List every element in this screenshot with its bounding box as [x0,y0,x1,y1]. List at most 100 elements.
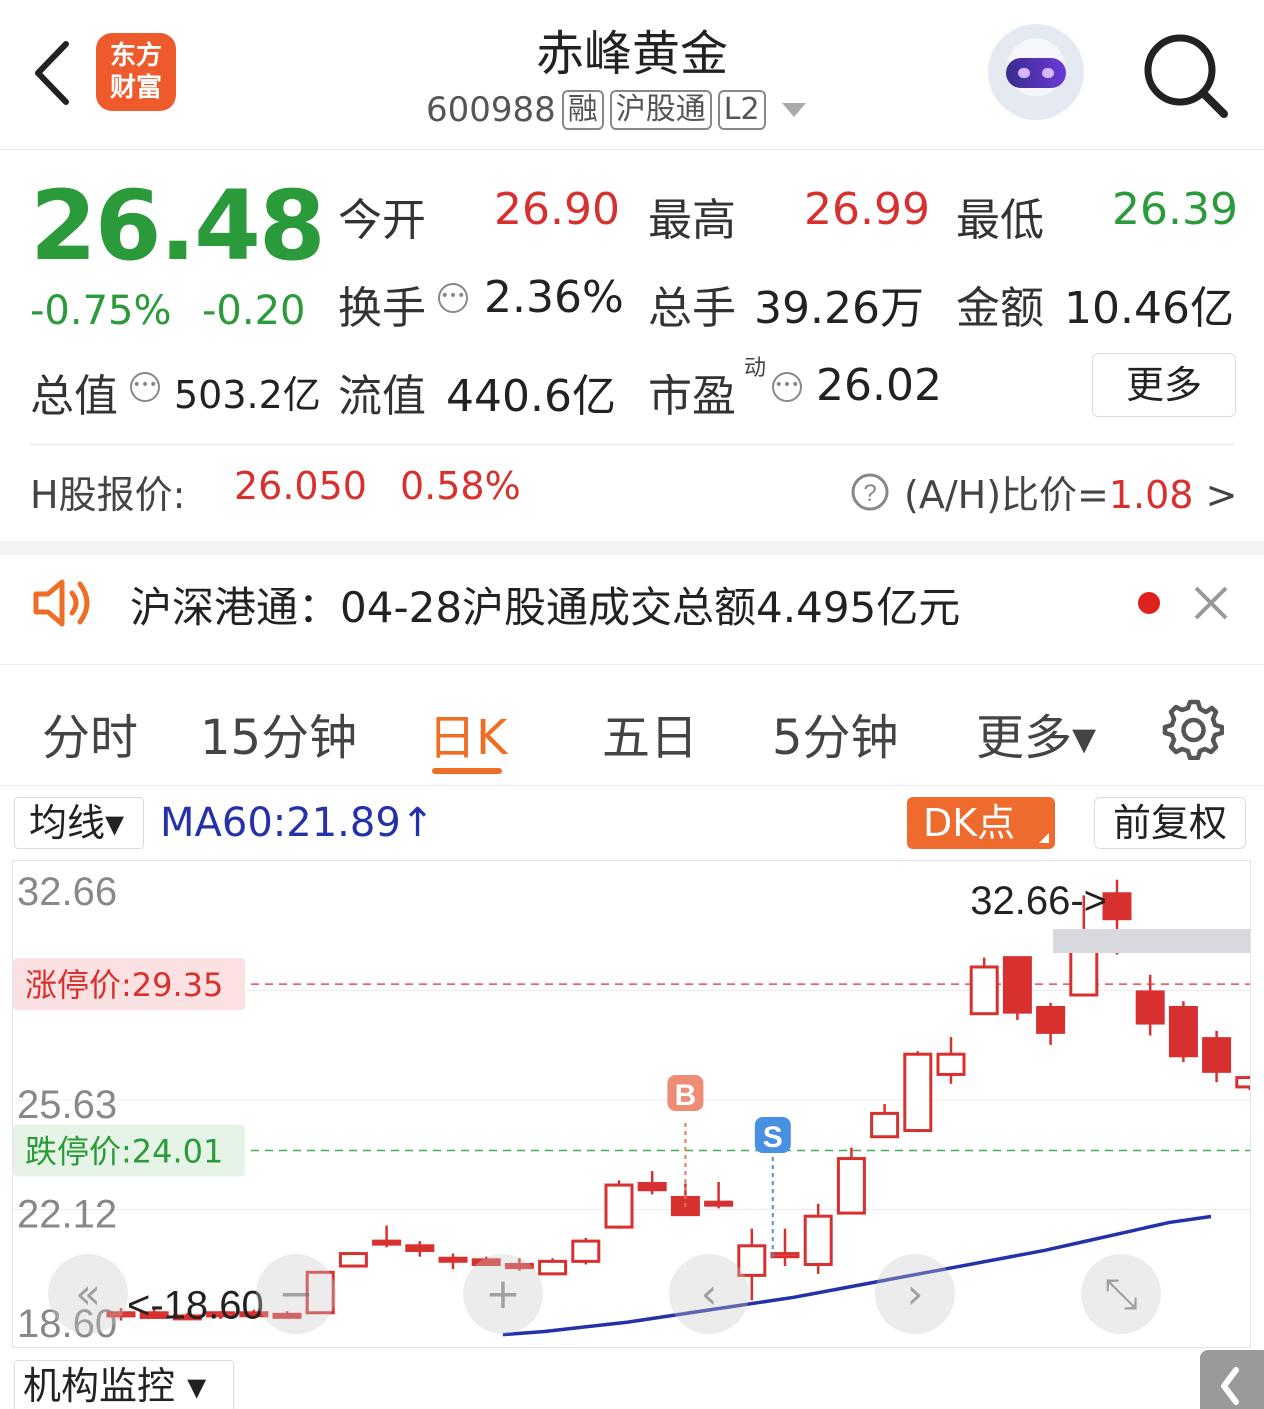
pe-superscript: 动 [744,356,767,381]
zoom-out-icon[interactable]: − [256,1254,336,1334]
candle-body [338,1252,368,1268]
adjust-button[interactable]: 前复权 [1094,797,1246,849]
ma-select[interactable]: 均线▾ [14,797,144,849]
turnover-value: 2.36% [484,272,624,323]
more-dots-icon[interactable]: ••• [130,372,160,402]
divider [30,444,1234,445]
pe-value: 26.02 [816,360,942,411]
limit-up-label: 涨停价:29.35 [25,966,223,1004]
candle-body [903,1052,933,1133]
more-button[interactable]: 更多 [1092,353,1236,417]
min-price-marker: <-18.60 [127,1284,264,1328]
candle-body [405,1244,435,1252]
search-icon[interactable] [1140,30,1230,120]
candle-body [1002,956,1032,1014]
sell-signal-label: S [763,1121,783,1154]
svg-text:‹: ‹ [701,1269,718,1318]
candle-body [571,1239,601,1263]
svg-text:›: › [907,1269,924,1318]
crosshair-icon[interactable]: + [463,1254,543,1334]
tab-daily[interactable]: 日K [428,698,507,768]
candle-body [438,1256,468,1263]
h-share-price: 26.050 [234,464,367,508]
svg-text:−: − [278,1269,313,1318]
candle-body [969,965,999,1016]
tab-5day[interactable]: 五日 [602,698,698,768]
chevron-right-icon[interactable]: › [875,1254,955,1334]
float-label: 流值 [338,371,426,422]
last-price: 26.48 [30,170,326,282]
h-share-label: H股报价: [30,473,186,517]
candle-body [372,1239,402,1246]
y-tick-label: 22.12 [17,1193,117,1237]
tab-15min[interactable]: 15分钟 [200,698,357,768]
candle-body [737,1244,767,1277]
dropdown-icon[interactable] [781,103,806,117]
float-value: 440.6亿 [446,371,616,422]
candle-body [1168,1005,1198,1058]
svg-text:+: + [485,1269,520,1318]
y-tick-label: 25.63 [17,1083,117,1127]
mktcap-value: 503.2亿 [174,373,321,417]
svg-text:?: ? [863,480,876,507]
max-price-marker: 32.66-> [970,879,1107,923]
unread-dot [1138,592,1160,614]
dk-point-label: DK点 [923,801,1016,845]
stock-subline[interactable]: 600988 融 沪股通 L2 [426,88,806,132]
tab-5min[interactable]: 5分钟 [772,698,899,768]
candle-body [704,1200,734,1207]
chevron-right-icon: > [1205,473,1238,517]
side-panel-toggle[interactable] [1200,1350,1264,1409]
ma60-readout: MA60:21.89↑ [160,800,435,846]
candle-body [870,1111,900,1139]
turnover-label: 换手 [338,283,426,334]
candle-body [538,1259,568,1276]
ah-ratio[interactable]: (A/H)比价=1.08 > [904,464,1237,519]
speaker-icon [33,579,90,627]
y-tick-label: 32.66 [17,870,117,914]
buy-signal-label: B [675,1079,697,1112]
pe-label: 市盈 [648,371,736,422]
notice-text[interactable]: 沪深港通：04-28沪股通成交总额4.495亿元 [130,574,960,635]
rewind-icon[interactable]: « [48,1254,128,1334]
change-amount: -0.20 [202,288,306,334]
candle-body [1135,990,1165,1025]
close-icon[interactable] [1192,584,1230,622]
tag-margin: 融 [561,90,604,130]
open-label: 今开 [338,195,426,246]
low-label: 最低 [956,195,1044,246]
corner-triangle-icon [1039,833,1049,843]
tab-intraday[interactable]: 分时 [42,698,138,768]
ah-ratio-value: 1.08 [1108,473,1194,517]
chevron-left-icon [1221,1367,1239,1405]
assistant-robot-icon[interactable] [988,24,1084,120]
chevron-left-icon[interactable]: ‹ [669,1254,749,1334]
mktcap-label: 总值 [30,371,118,422]
expand-icon[interactable]: ⤡ [1081,1254,1161,1334]
volume-value: 39.26万 [754,283,924,334]
h-share-pct: 0.58% [400,464,521,508]
help-icon[interactable]: ? [850,472,890,512]
candle-body [1235,1076,1264,1089]
candle-body [604,1183,634,1229]
more-dots-icon[interactable]: ••• [772,372,802,402]
candle-body [770,1252,800,1259]
active-tab-indicator [432,768,502,774]
ah-ratio-label: (A/H)比价= [904,473,1109,517]
candle-body [1202,1037,1232,1073]
section-gap [0,541,1264,555]
volume-label: 总手 [648,283,736,334]
kline-svg[interactable]: 32.6629.1525.6322.1218.60涨停价:29.35跌停价:24… [13,861,1264,1347]
tab-more[interactable]: 更多▾ [976,698,1096,768]
kline-chart[interactable]: 32.6629.1525.6322.1218.60涨停价:29.35跌停价:24… [12,860,1264,1348]
candle-body [936,1052,966,1076]
candle-body [1102,892,1132,921]
gear-icon[interactable] [1162,698,1224,760]
low-value: 26.39 [1112,184,1238,235]
more-dots-icon[interactable]: ••• [438,283,468,313]
high-value: 26.99 [804,184,930,235]
top-bar: 东方 财富 赤峰黄金 600988 融 沪股通 L2 [0,0,1264,150]
svg-text:«: « [75,1269,101,1318]
institution-monitor-select[interactable]: 机构监控 ▾ [14,1360,234,1409]
dk-point-button[interactable]: DK点 [907,797,1055,849]
